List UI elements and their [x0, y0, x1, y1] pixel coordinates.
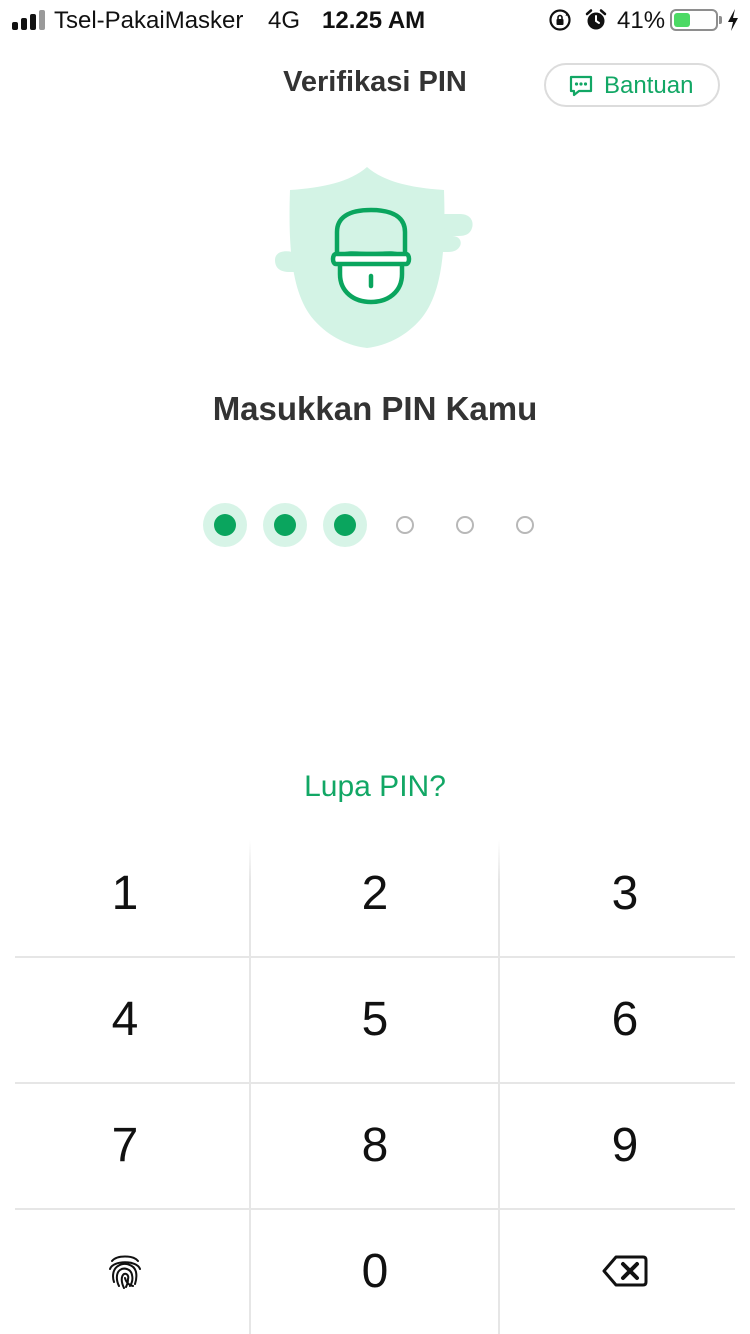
key-5[interactable]: 5: [250, 956, 500, 1082]
pin-indicator: [0, 503, 750, 547]
keypad: 1 2 3 4 5 6 7 8 9 0: [0, 830, 750, 1334]
network-type: 4G: [268, 7, 301, 34]
key-8[interactable]: 8: [250, 1082, 500, 1208]
battery-level: [674, 13, 691, 27]
alarm-icon: [585, 9, 607, 30]
key-2[interactable]: 2: [250, 830, 500, 956]
key-9[interactable]: 9: [500, 1082, 750, 1208]
signal-icon: [12, 10, 46, 30]
pin-dot: [503, 503, 547, 547]
pin-dot: [323, 503, 367, 547]
clock: 12.25 AM: [322, 7, 426, 34]
pin-heading: Masukkan PIN Kamu: [212, 390, 538, 427]
battery-percent: 41%: [617, 7, 666, 34]
help-button[interactable]: Bantuan: [544, 63, 720, 107]
key-0[interactable]: 0: [250, 1208, 500, 1334]
chat-bubble-icon: [569, 75, 593, 97]
carrier-name: Tsel-PakaiMasker: [54, 7, 244, 34]
key-7[interactable]: 7: [0, 1082, 250, 1208]
key-3[interactable]: 3: [500, 830, 750, 956]
pin-dot: [263, 503, 307, 547]
key-4[interactable]: 4: [0, 956, 250, 1082]
fingerprint-button[interactable]: [0, 1208, 250, 1334]
battery-cap: [719, 16, 722, 24]
status-bar: Tsel-PakaiMasker 4G 12.25 AM 41%: [0, 0, 750, 40]
shield-lock-icon: [275, 167, 473, 348]
key-1[interactable]: 1: [0, 830, 250, 956]
forgot-pin-link[interactable]: Lupa PIN?: [0, 770, 750, 804]
battery-icon: [670, 9, 718, 31]
pin-dot: [203, 503, 247, 547]
help-button-label: Bantuan: [604, 72, 694, 99]
backspace-button[interactable]: [500, 1208, 750, 1334]
pin-dot: [383, 503, 427, 547]
fingerprint-icon: [109, 1255, 141, 1289]
rotation-lock-icon: [549, 9, 571, 31]
key-6[interactable]: 6: [500, 956, 750, 1082]
charging-bolt-icon: [728, 9, 738, 31]
backspace-icon: [602, 1255, 648, 1287]
pin-dot: [443, 503, 487, 547]
